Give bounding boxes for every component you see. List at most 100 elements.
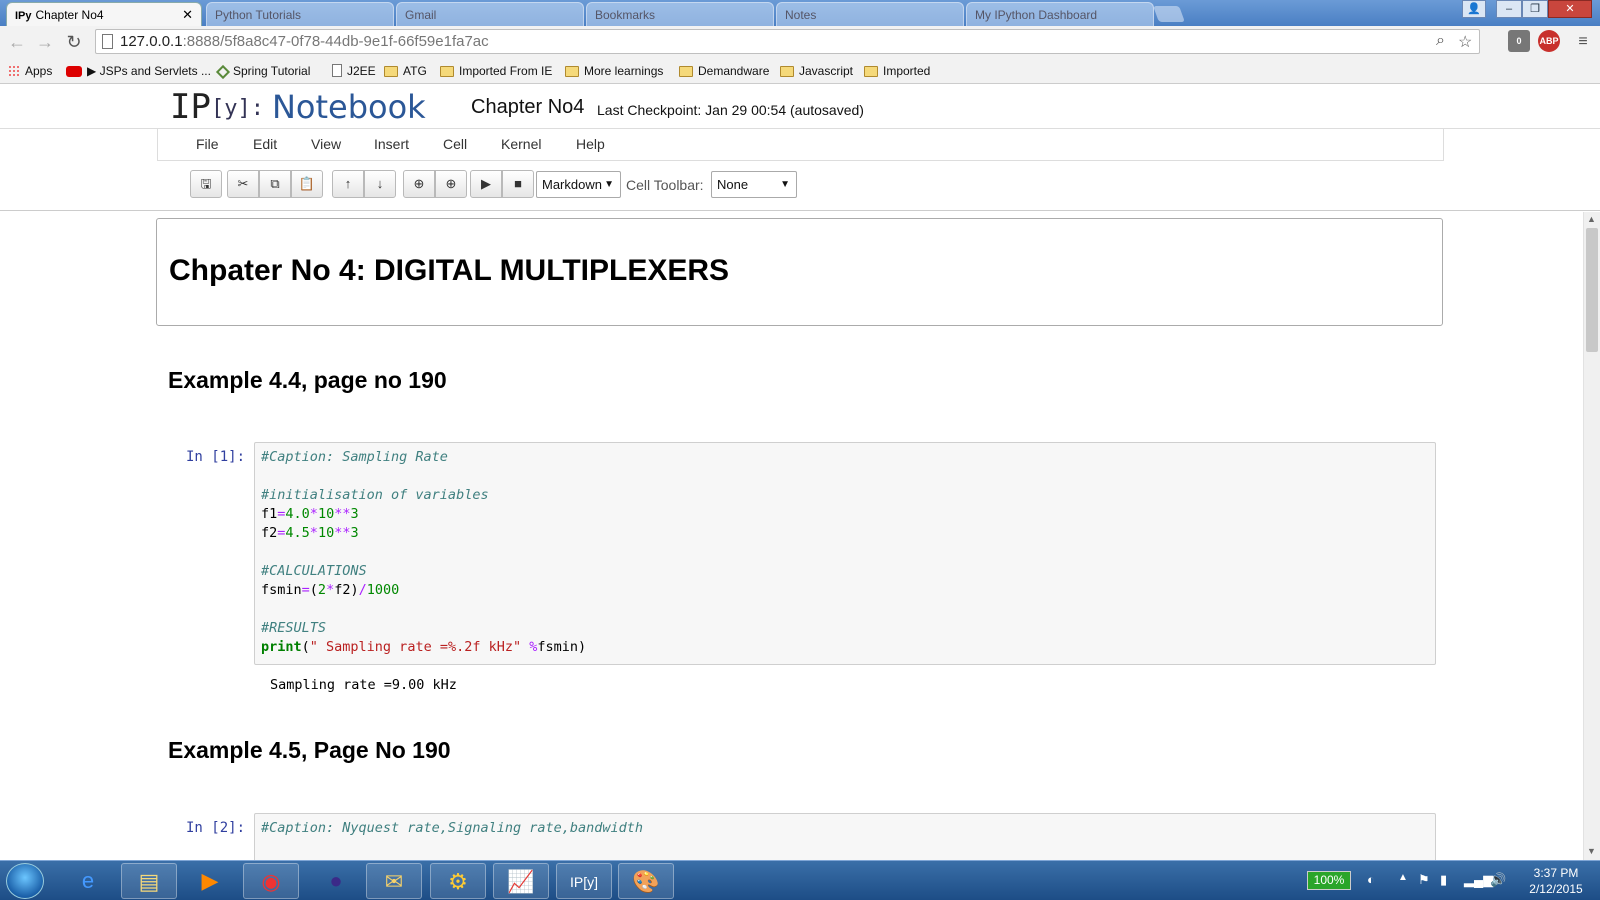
ipython-logo[interactable]: IP[y]: Notebook bbox=[170, 87, 426, 127]
code-cell-1[interactable]: #Caption: Sampling Rate #initialisation o… bbox=[254, 442, 1436, 665]
connection-icon[interactable]: ◐ bbox=[1367, 872, 1375, 887]
restore-icon[interactable]: ❐ bbox=[1522, 0, 1548, 18]
bookmark-demandware[interactable]: Demandware bbox=[679, 62, 769, 80]
bookmark-javascript[interactable]: Javascript bbox=[780, 62, 853, 80]
bookmark-atg[interactable]: ATG bbox=[384, 62, 427, 80]
outlook-icon[interactable]: ✉ bbox=[366, 863, 422, 899]
browser-tabstrip: IPy Chapter No4 ✕ Python Tutorials Gmail … bbox=[0, 0, 1600, 26]
show-hidden-icons-icon[interactable]: ▲ bbox=[1398, 872, 1408, 883]
back-arrow-icon[interactable]: ← bbox=[6, 30, 28, 54]
windows-taskbar: e ▤ ▶ ◉ ● ✉ ⚙ 📈 IP[y] 🎨 100% ◐ ▲ ⚑ ▮ ▂▄▆… bbox=[0, 860, 1600, 900]
bookmark-star-icon[interactable]: ☆ bbox=[1458, 32, 1472, 52]
url-text: 127.0.0.1:8888/5f8a8c47-0f78-44db-9e1f-6… bbox=[120, 33, 489, 50]
example-4-5-heading: Example 4.5, Page No 190 bbox=[168, 737, 451, 763]
bookmark-more-learnings[interactable]: More learnings bbox=[565, 62, 663, 80]
apps-icon bbox=[8, 65, 20, 77]
scroll-up-icon[interactable]: ▲ bbox=[1587, 214, 1596, 224]
background-tab-2[interactable]: Gmail bbox=[396, 2, 584, 26]
cell-toolbar-label: Cell Toolbar: bbox=[626, 177, 704, 193]
start-button[interactable] bbox=[6, 863, 44, 899]
chrome-icon[interactable]: ◉ bbox=[243, 863, 299, 899]
menu-file[interactable]: File bbox=[196, 136, 219, 152]
insert-above-icon[interactable]: ⊕ bbox=[403, 170, 435, 198]
battery-indicator[interactable]: 100% bbox=[1307, 871, 1351, 890]
cut-icon[interactable]: ✂ bbox=[227, 170, 259, 198]
move-down-icon[interactable]: ↓ bbox=[364, 170, 396, 198]
paint-icon[interactable]: 🎨 bbox=[618, 863, 674, 899]
chevron-down-icon: ▼ bbox=[780, 179, 790, 190]
new-tab-button[interactable] bbox=[1153, 6, 1185, 22]
bookmark-j2ee[interactable]: J2EE bbox=[332, 62, 376, 80]
paste-icon[interactable]: 📋 bbox=[291, 170, 323, 198]
forward-arrow-icon[interactable]: → bbox=[34, 30, 56, 54]
extension-icon[interactable]: 0 bbox=[1508, 30, 1530, 52]
folder-icon bbox=[440, 66, 454, 77]
background-tab-4[interactable]: Notes bbox=[776, 2, 964, 26]
url-input[interactable]: 127.0.0.1:8888/5f8a8c47-0f78-44db-9e1f-6… bbox=[95, 29, 1480, 54]
notebook-menubar: File Edit View Insert Cell Kernel Help bbox=[157, 129, 1444, 161]
scroll-down-icon[interactable]: ▼ bbox=[1587, 846, 1596, 856]
zoom-icon[interactable]: ⌕ bbox=[1436, 32, 1445, 50]
media-player-icon[interactable]: ▶ bbox=[182, 863, 238, 899]
selected-markdown-cell[interactable]: Chpater No 4: DIGITAL MULTIPLEXERS bbox=[156, 218, 1443, 326]
bookmark-apps[interactable]: Apps bbox=[8, 62, 52, 80]
code-cell-2[interactable]: #Caption: Nyquest rate,Signaling rate,ba… bbox=[254, 813, 1436, 860]
page-icon bbox=[332, 64, 342, 77]
menu-kernel[interactable]: Kernel bbox=[501, 136, 541, 152]
folder-icon bbox=[565, 66, 579, 77]
tab-chapter-no4[interactable]: IPy Chapter No4 ✕ bbox=[6, 2, 202, 26]
chart-app-icon[interactable]: 📈 bbox=[493, 863, 549, 899]
bookmark-jsps[interactable]: ▶ JSPs and Servlets ... bbox=[66, 62, 211, 80]
insert-below-icon[interactable]: ⊕ bbox=[435, 170, 467, 198]
java-ee-ide-icon[interactable]: ⚙ bbox=[430, 863, 486, 899]
clock-date: 2/12/2015 bbox=[1529, 882, 1583, 896]
scroll-thumb[interactable] bbox=[1586, 228, 1598, 352]
internet-explorer-icon[interactable]: e bbox=[60, 863, 116, 899]
bookmark-imported-from-ie[interactable]: Imported From IE bbox=[440, 62, 552, 80]
menu-insert[interactable]: Insert bbox=[374, 136, 409, 152]
move-up-icon[interactable]: ↑ bbox=[332, 170, 364, 198]
network-icon[interactable]: ▂▄▆ bbox=[1464, 872, 1493, 888]
save-icon[interactable]: 🖫 bbox=[190, 170, 222, 198]
file-explorer-icon[interactable]: ▤ bbox=[121, 863, 177, 899]
bookmarks-bar: Apps ▶ JSPs and Servlets ... Spring Tuto… bbox=[0, 58, 1600, 84]
menu-icon[interactable]: ≡ bbox=[1572, 30, 1594, 54]
input-prompt-1: In [1]: bbox=[186, 449, 246, 465]
youtube-icon bbox=[66, 66, 82, 77]
copy-icon[interactable]: ⧉ bbox=[259, 170, 291, 198]
close-tab-icon[interactable]: ✕ bbox=[182, 3, 193, 26]
notebook-header: IP[y]: Notebook Chapter No4 Last Checkpoi… bbox=[0, 84, 1600, 129]
menu-edit[interactable]: Edit bbox=[253, 136, 277, 152]
background-tab-5[interactable]: My IPython Dashboard bbox=[966, 2, 1154, 26]
spring-icon bbox=[215, 64, 231, 80]
stop-icon[interactable]: ■ bbox=[502, 170, 534, 198]
page-scrollbar[interactable]: ▲ ▼ bbox=[1583, 212, 1600, 860]
clock-time: 3:37 PM bbox=[1533, 866, 1579, 880]
background-tab-3[interactable]: Bookmarks bbox=[586, 2, 774, 26]
menu-view[interactable]: View bbox=[311, 136, 341, 152]
adblock-icon[interactable]: ABP bbox=[1538, 30, 1560, 52]
menu-cell[interactable]: Cell bbox=[443, 136, 467, 152]
run-icon[interactable]: ▶ bbox=[470, 170, 502, 198]
output-cell-1: Sampling rate =9.00 kHz bbox=[270, 677, 457, 693]
menu-help[interactable]: Help bbox=[576, 136, 605, 152]
notebook-title[interactable]: Chapter No4 bbox=[471, 96, 584, 119]
bookmark-imported[interactable]: Imported bbox=[864, 62, 930, 80]
background-tab-1[interactable]: Python Tutorials bbox=[206, 2, 394, 26]
user-profile-icon[interactable]: 👤 bbox=[1462, 0, 1486, 18]
folder-icon bbox=[864, 66, 878, 77]
system-clock[interactable]: 3:37 PM 2/12/2015 bbox=[1520, 865, 1592, 897]
ipython-taskbar-icon[interactable]: IP[y] bbox=[556, 863, 612, 899]
address-bar-row: ← → ↻ 127.0.0.1:8888/5f8a8c47-0f78-44db-… bbox=[0, 26, 1600, 58]
window-close-icon[interactable]: ✕ bbox=[1548, 0, 1592, 18]
cell-toolbar-select[interactable]: None ▼ bbox=[711, 171, 797, 198]
notebook-content[interactable]: Chpater No 4: DIGITAL MULTIPLEXERS Examp… bbox=[0, 212, 1583, 860]
eclipse-icon[interactable]: ● bbox=[308, 863, 364, 899]
bookmark-spring[interactable]: Spring Tutorial bbox=[215, 62, 310, 80]
power-icon[interactable]: ▮ bbox=[1440, 872, 1447, 888]
volume-icon[interactable]: 🔊 bbox=[1490, 872, 1506, 888]
action-center-flag-icon[interactable]: ⚑ bbox=[1418, 872, 1430, 888]
cell-type-select[interactable]: Markdown ▼ bbox=[536, 171, 621, 198]
reload-icon[interactable]: ↻ bbox=[63, 30, 85, 54]
minimize-icon[interactable]: – bbox=[1496, 0, 1522, 18]
